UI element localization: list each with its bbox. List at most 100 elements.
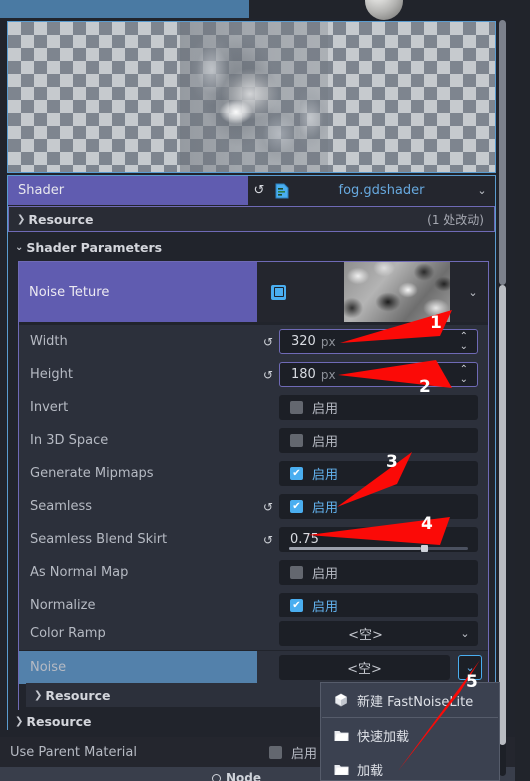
- noise-texture-header-row[interactable]: Noise Teture ⌄: [19, 262, 488, 322]
- invert-checkbox[interactable]: 启用: [279, 395, 478, 420]
- seamless-checkbox[interactable]: 启用: [279, 494, 478, 519]
- property-row-as-normal-map[interactable]: As Normal Map 启用: [19, 556, 488, 589]
- noise-texture-value[interactable]: [257, 262, 458, 322]
- slider-track[interactable]: [289, 545, 468, 552]
- invert-label: Invert: [30, 400, 69, 415]
- seamless-blend-skirt-field[interactable]: 0.75: [279, 527, 478, 552]
- property-row-invert[interactable]: Invert 启用: [19, 391, 488, 424]
- width-field[interactable]: 320 px ⌃ ⌄: [279, 329, 478, 354]
- in-3d-space-checkbox[interactable]: 启用: [279, 428, 478, 453]
- menu-item-quick-load[interactable]: 快速加载: [321, 718, 499, 752]
- seamless-value: 启用: [312, 501, 339, 516]
- revert-icon[interactable]: ↺: [257, 533, 279, 547]
- property-row-seamless[interactable]: Seamless ↺ 启用: [19, 490, 488, 523]
- annotation-number-4: 4: [421, 514, 433, 534]
- fog-texture-wisp: [300, 22, 338, 172]
- resource-label: Resource: [28, 211, 94, 227]
- property-row-in-3d-space[interactable]: In 3D Space 启用: [19, 424, 488, 457]
- as-normal-map-label: As Normal Map: [30, 565, 129, 580]
- chevron-right-icon: ❯: [34, 689, 43, 701]
- annotation-number-1: 1: [430, 313, 442, 333]
- noise-field[interactable]: <空>: [279, 655, 450, 680]
- height-unit: px: [320, 367, 336, 382]
- checkbox-off-icon: [290, 401, 303, 414]
- normalize-checkbox[interactable]: 启用: [279, 593, 478, 618]
- noise-value: <空>: [347, 662, 382, 677]
- shader-parameters-label: Shader Parameters: [26, 239, 163, 255]
- script-file-icon: [270, 176, 294, 205]
- color-ramp-field[interactable]: <空> ⌄: [279, 621, 478, 646]
- noise-texture-label: Noise Teture: [19, 262, 257, 322]
- folder-icon: [332, 763, 350, 776]
- material-sphere-preview: [365, 0, 403, 20]
- slider-grabber[interactable]: [421, 545, 429, 552]
- seamless-label: Seamless: [30, 499, 93, 514]
- resource-section-top[interactable]: ❯ Resource (1 处改动): [8, 206, 495, 232]
- property-row-seamless-blend-skirt[interactable]: Seamless Blend Skirt ↺ 0.75: [19, 523, 488, 556]
- in-3d-space-value: 启用: [312, 435, 339, 450]
- width-unit: px: [320, 334, 336, 349]
- resource-change-count: (1 处改动): [427, 212, 484, 227]
- checkbox-on-icon: [290, 500, 303, 513]
- width-value: 320: [291, 334, 316, 349]
- property-row-height[interactable]: Height ↺ 180 px ⌃ ⌄: [19, 358, 488, 391]
- active-tab[interactable]: [0, 0, 249, 18]
- chevron-down-icon[interactable]: ⌄: [458, 286, 488, 299]
- new-resource-icon: [332, 693, 350, 707]
- color-ramp-value: <空>: [348, 628, 383, 643]
- use-parent-material-value: 启用: [291, 746, 318, 762]
- chevron-down-icon[interactable]: ⌄: [469, 184, 495, 197]
- seamless-blend-skirt-value: 0.75: [290, 532, 319, 547]
- property-row-generate-mipmaps[interactable]: Generate Mipmaps 启用: [19, 457, 488, 490]
- revert-icon[interactable]: ↺: [257, 500, 279, 514]
- height-value: 180: [291, 367, 316, 382]
- menu-item-load[interactable]: 加载: [321, 752, 499, 780]
- spinner-icon[interactable]: ⌃ ⌄: [460, 331, 468, 352]
- width-label: Width: [30, 334, 68, 349]
- use-parent-material-label: Use Parent Material: [10, 744, 137, 760]
- generate-mipmaps-checkbox[interactable]: 启用: [279, 461, 478, 486]
- image-icon: [271, 284, 286, 300]
- seamless-blend-skirt-label: Seamless Blend Skirt: [30, 532, 168, 547]
- invert-value: 启用: [312, 402, 339, 417]
- revert-icon[interactable]: ↺: [248, 176, 270, 205]
- resource-context-menu[interactable]: 新建 FastNoiseLite 快速加载 加载: [320, 682, 500, 781]
- generate-mipmaps-label: Generate Mipmaps: [30, 466, 154, 481]
- checkbox-off-icon: [290, 566, 303, 579]
- shader-parameters-section[interactable]: ⌄ Shader Parameters: [8, 234, 495, 260]
- menu-item-label: 新建 FastNoiseLite: [357, 694, 474, 710]
- property-row-width[interactable]: Width ↺ 320 px ⌃ ⌄: [19, 325, 488, 358]
- folder-icon: [332, 729, 350, 742]
- annotation-number-3: 3: [386, 452, 398, 472]
- annotation-number-2: 2: [419, 377, 431, 397]
- spinner-icon[interactable]: ⌃ ⌄: [460, 364, 468, 385]
- chevron-down-icon[interactable]: ⌄: [452, 627, 478, 640]
- chevron-right-icon: ❯: [15, 716, 24, 727]
- checkbox-on-icon: [290, 467, 303, 480]
- height-label: Height: [30, 367, 73, 382]
- checkbox-on-icon: [290, 599, 303, 612]
- shader-file-name[interactable]: fog.gdshader: [294, 183, 469, 198]
- inner-scrollbar-thumb[interactable]: [499, 285, 506, 745]
- as-normal-map-checkbox[interactable]: 启用: [279, 560, 478, 585]
- slider-fill: [289, 547, 422, 550]
- texture-preview: [7, 21, 496, 173]
- menu-item-label: 快速加载: [357, 729, 410, 745]
- property-row-color-ramp[interactable]: Color Ramp <空> ⌄: [19, 617, 488, 650]
- bottom-tab-node-label: Node: [226, 771, 262, 781]
- annotation-number-5: 5: [466, 672, 478, 692]
- revert-icon[interactable]: ↺: [257, 368, 279, 382]
- property-row-noise[interactable]: Noise <空> ⌄: [19, 651, 488, 684]
- chevron-right-icon: ❯: [17, 213, 26, 225]
- bottom-tab-node[interactable]: Node: [212, 771, 261, 781]
- right-edge-panel: [515, 0, 530, 781]
- height-field[interactable]: 180 px ⌃ ⌄: [279, 362, 478, 387]
- inner-scrollbar-track[interactable]: [499, 285, 506, 745]
- shader-header-row[interactable]: Shader ↺ fog.gdshader ⌄: [8, 176, 495, 205]
- in-3d-space-label: In 3D Space: [30, 433, 109, 448]
- inspector-scrollbar-thumb[interactable]: [499, 20, 506, 285]
- revert-icon[interactable]: ↺: [257, 335, 279, 349]
- normalize-label: Normalize: [30, 598, 96, 613]
- resource-outer-label: Resource: [26, 714, 92, 729]
- menu-item-label: 加载: [357, 763, 384, 779]
